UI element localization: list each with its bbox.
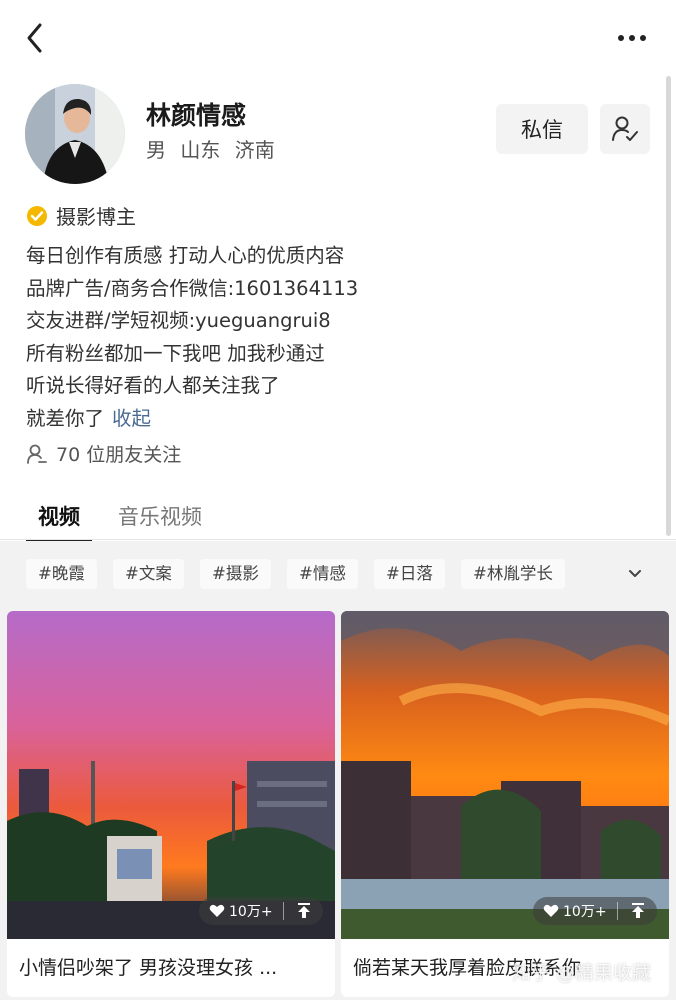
verified-badge-icon bbox=[27, 205, 47, 226]
profile-location: 山东 济南 bbox=[180, 138, 275, 162]
divider bbox=[0, 539, 676, 540]
collapse-link[interactable]: 收起 bbox=[112, 407, 151, 430]
like-count-text: 10万+ bbox=[229, 904, 273, 920]
heart-icon bbox=[543, 904, 559, 917]
like-count[interactable]: 10万+ bbox=[533, 901, 617, 921]
video-thumbnail bbox=[7, 611, 335, 939]
like-count[interactable]: 10万+ bbox=[199, 901, 283, 921]
video-stats: 10万+ bbox=[199, 897, 323, 925]
watermark: 知乎 @精果收藏 bbox=[512, 962, 652, 984]
bio-line: 每日创作有质感 打动人心的优质内容 bbox=[26, 244, 345, 267]
tab-music-videos[interactable]: 音乐视频 bbox=[106, 500, 214, 540]
video-card[interactable]: 10万+ 小情侣吵架了 男孩没理女孩 ... bbox=[7, 611, 335, 997]
bio-line-text: 就差你了 bbox=[26, 406, 105, 430]
add-friend-button[interactable] bbox=[600, 104, 650, 154]
video-stats: 10万+ bbox=[533, 897, 657, 925]
bio-line: 所有粉丝都加一下我吧 加我秒通过 bbox=[26, 341, 325, 365]
tag-bar: #晚霞 #文案 #摄影 #情感 #日落 #林胤学长 bbox=[0, 541, 676, 607]
profile-name: 林颜情感 bbox=[146, 101, 247, 130]
share-button[interactable] bbox=[618, 903, 657, 919]
more-dots-icon bbox=[618, 35, 646, 41]
more-options-button[interactable] bbox=[616, 26, 648, 50]
bio-line: 品牌广告/商务合作微信:1601364113 bbox=[26, 276, 359, 300]
tab-videos[interactable]: 视频 bbox=[26, 500, 92, 543]
tag-chip[interactable]: #文案 bbox=[113, 559, 184, 589]
avatar[interactable] bbox=[25, 84, 125, 184]
video-thumbnail bbox=[341, 611, 669, 939]
back-button[interactable] bbox=[20, 20, 50, 56]
tag-chip[interactable]: #林胤学长 bbox=[461, 559, 565, 589]
add-friend-icon bbox=[612, 116, 638, 141]
tag-chip[interactable]: #摄影 bbox=[200, 559, 271, 589]
person-icon bbox=[27, 444, 47, 464]
tag-chip[interactable]: #情感 bbox=[287, 559, 358, 589]
tag-chip[interactable]: #日落 bbox=[374, 559, 445, 589]
tabs: 视频 音乐视频 bbox=[26, 500, 214, 543]
chevron-down-icon bbox=[629, 570, 641, 577]
like-count-text: 10万+ bbox=[563, 904, 607, 920]
chevron-left-icon bbox=[27, 23, 42, 53]
top-bar bbox=[0, 0, 676, 76]
scrollbar[interactable] bbox=[666, 76, 671, 536]
bio: 每日创作有质感 打动人心的优质内容 品牌广告/商务合作微信:1601364113… bbox=[26, 240, 626, 435]
profile-gender: 男 bbox=[146, 138, 166, 162]
bio-line: 交友进群/学短视频:yueguangrui8 bbox=[26, 309, 331, 332]
bio-line: 听说长得好看的人都关注我了 bbox=[26, 374, 280, 397]
verified-row: 摄影博主 bbox=[26, 201, 136, 230]
video-grid: 10万+ 小情侣吵架了 男孩没理女孩 ... 10万+ 倘若某天我厚着脸皮联系你 bbox=[0, 607, 676, 1000]
expand-tags-button[interactable] bbox=[620, 559, 650, 589]
heart-icon bbox=[209, 904, 225, 917]
upload-icon bbox=[631, 903, 644, 918]
friends-follow[interactable]: 70 位朋友关注 bbox=[26, 440, 181, 467]
bio-line-last: 就差你了 收起 bbox=[26, 403, 626, 436]
avatar-image bbox=[25, 84, 125, 184]
tag-chip[interactable]: #晚霞 bbox=[26, 559, 97, 589]
profile-meta: 男 山东 济南 bbox=[146, 134, 275, 163]
friends-text: 70 位朋友关注 bbox=[56, 444, 182, 466]
video-title: 小情侣吵架了 男孩没理女孩 ... bbox=[19, 957, 278, 979]
upload-icon bbox=[297, 903, 310, 918]
video-card[interactable]: 10万+ 倘若某天我厚着脸皮联系你 bbox=[341, 611, 669, 997]
message-button[interactable]: 私信 bbox=[496, 104, 588, 154]
share-button[interactable] bbox=[284, 903, 323, 919]
verified-label: 摄影博主 bbox=[56, 205, 136, 229]
